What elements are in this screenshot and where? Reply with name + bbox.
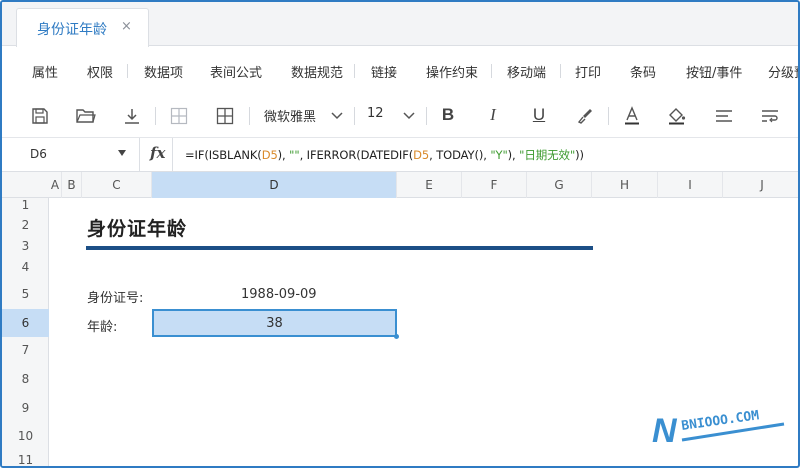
- toolbar-divider: [249, 107, 250, 125]
- menu-item-mobile[interactable]: 移动端: [507, 62, 546, 81]
- fill-handle[interactable]: [394, 334, 399, 339]
- formula-token: ),: [277, 148, 290, 162]
- age-value: 38: [266, 316, 283, 331]
- formula-token: , TODAY(),: [429, 148, 491, 162]
- menu-item-data-rules[interactable]: 数据规范: [291, 62, 343, 81]
- formula-input[interactable]: =IF(ISBLANK(D5), "", IFERROR(DATEDIF(D5,…: [185, 147, 584, 163]
- menu-divider: [354, 64, 355, 78]
- row-header-7[interactable]: 7: [2, 337, 49, 364]
- toolbar-divider: [155, 107, 156, 125]
- folder-open-icon[interactable]: [74, 104, 98, 128]
- column-header-c[interactable]: C: [82, 172, 152, 198]
- toolbar-divider: [608, 107, 609, 125]
- menu-item-data-items[interactable]: 数据项: [144, 62, 183, 81]
- fx-icon[interactable]: fx: [150, 144, 165, 162]
- id-number-label[interactable]: 身份证号:: [87, 287, 143, 306]
- bold-icon[interactable]: B: [436, 103, 460, 127]
- site-watermark-logo: N BNIOOO.COM: [652, 408, 785, 448]
- formula-divider: [139, 138, 140, 172]
- menu-divider: [491, 64, 492, 78]
- document-tab-label: 身份证年龄: [37, 22, 107, 38]
- menu-item-properties[interactable]: 属性: [32, 62, 58, 81]
- row-header-11[interactable]: 11: [2, 450, 49, 466]
- row-header-9[interactable]: 9: [2, 394, 49, 422]
- menu-item-barcode[interactable]: 条码: [630, 62, 656, 81]
- selected-cell-d6[interactable]: 38: [152, 309, 397, 337]
- row-header-2[interactable]: 2: [2, 213, 49, 238]
- title-underline: [86, 246, 593, 250]
- border-grid-icon[interactable]: [213, 104, 237, 128]
- menu-divider: [560, 64, 561, 78]
- font-size-select[interactable]: 12: [367, 106, 384, 121]
- menu-item-levels[interactable]: 分级预: [768, 62, 798, 81]
- format-painter-icon[interactable]: [573, 104, 597, 128]
- formula-token: "": [289, 148, 300, 162]
- document-tab[interactable]: 身份证年龄 ×: [16, 8, 149, 47]
- menu-item-constraints[interactable]: 操作约束: [426, 62, 478, 81]
- id-number-value[interactable]: 1988-09-09: [241, 287, 317, 302]
- column-header-d[interactable]: D: [152, 172, 397, 198]
- freeze-grid-icon[interactable]: [167, 104, 191, 128]
- formula-token: ),: [507, 148, 520, 162]
- column-header-bar: ABCDEFGHIJ: [2, 172, 798, 198]
- menu-item-print[interactable]: 打印: [575, 62, 601, 81]
- align-left-icon[interactable]: [712, 104, 736, 128]
- row-header-5[interactable]: 5: [2, 279, 49, 309]
- column-header-i[interactable]: I: [658, 172, 723, 198]
- menu-item-buttons[interactable]: 按钮/事件: [686, 62, 742, 81]
- menu-item-formulas[interactable]: 表间公式: [210, 62, 262, 81]
- row-header-3[interactable]: 3: [2, 238, 49, 255]
- spreadsheet-window: 身份证年龄 × 属性 权限 数据项 表间公式 数据规范 链接 操作约束 移动端 …: [0, 0, 800, 468]
- column-header-g[interactable]: G: [527, 172, 592, 198]
- row-header-6[interactable]: 6: [2, 309, 49, 337]
- fill-color-icon[interactable]: [665, 104, 689, 128]
- formula-token: =IF(ISBLANK(: [185, 148, 262, 162]
- underline-icon[interactable]: U: [527, 103, 551, 127]
- save-icon[interactable]: [28, 104, 52, 128]
- formula-token: )): [575, 148, 584, 162]
- formula-token: "日期无效": [519, 148, 576, 162]
- cell-name-box[interactable]: D6: [30, 147, 47, 161]
- menu-divider: [127, 64, 128, 78]
- caret-down-icon[interactable]: [118, 150, 126, 156]
- menu-item-links[interactable]: 链接: [371, 62, 397, 81]
- italic-icon[interactable]: I: [481, 103, 505, 127]
- column-header-e[interactable]: E: [397, 172, 462, 198]
- chevron-down-icon[interactable]: [325, 104, 349, 128]
- sheet-title[interactable]: 身份证年龄: [87, 214, 187, 241]
- font-color-icon[interactable]: [620, 104, 644, 128]
- svg-text:N: N: [652, 412, 678, 448]
- download-icon[interactable]: [120, 104, 144, 128]
- font-family-select[interactable]: 微软雅黑: [264, 106, 316, 125]
- formula-token: "Y": [490, 148, 508, 162]
- age-label[interactable]: 年龄:: [87, 316, 117, 335]
- toolbar-divider: [354, 107, 355, 125]
- row-header-4[interactable]: 4: [2, 255, 49, 279]
- column-header-f[interactable]: F: [462, 172, 527, 198]
- close-icon[interactable]: ×: [121, 19, 132, 34]
- formula-bar: D6 fx =IF(ISBLANK(D5), "", IFERROR(DATED…: [2, 138, 798, 172]
- column-header-a[interactable]: A: [49, 172, 62, 198]
- toolbar: 微软雅黑 12 B I U: [2, 95, 798, 138]
- formula-token: D5: [413, 148, 430, 162]
- column-header-j[interactable]: J: [723, 172, 798, 198]
- row-header-1[interactable]: 1: [2, 198, 49, 213]
- toolbar-divider: [426, 107, 427, 125]
- formula-token: D5: [261, 148, 278, 162]
- tab-strip: 身份证年龄 ×: [2, 2, 798, 47]
- row-header-bar: 1 2 3 4 5 6 7 8 9 10 11: [2, 198, 49, 466]
- menu-item-permissions[interactable]: 权限: [87, 62, 113, 81]
- formula-divider: [172, 138, 173, 172]
- row-header-8[interactable]: 8: [2, 364, 49, 394]
- column-header-b[interactable]: B: [62, 172, 82, 198]
- formula-token: , IFERROR(DATEDIF(: [299, 148, 414, 162]
- chevron-down-icon[interactable]: [397, 104, 421, 128]
- row-header-10[interactable]: 10: [2, 422, 49, 450]
- wrap-text-icon[interactable]: [758, 104, 782, 128]
- menu-bar: 属性 权限 数据项 表间公式 数据规范 链接 操作约束 移动端 打印 条码 按钮…: [2, 47, 798, 95]
- column-header-h[interactable]: H: [592, 172, 658, 198]
